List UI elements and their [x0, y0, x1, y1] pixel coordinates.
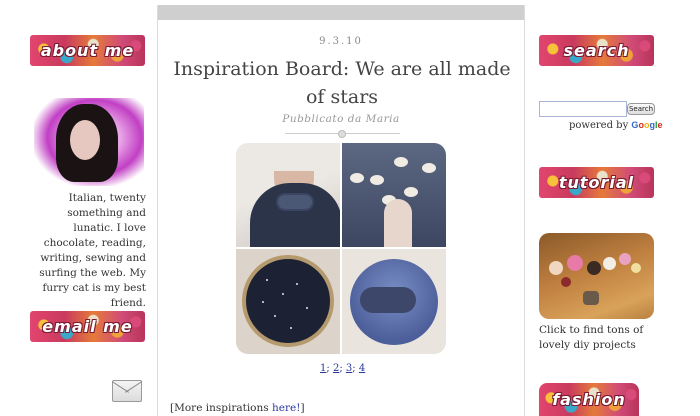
search-banner-label: search [563, 41, 630, 60]
tutorial-banner-label: tutorial [558, 173, 635, 192]
post-author: Pubblicato da Maria [282, 113, 400, 125]
image-pager: 1; 2; 3; 4 [320, 363, 366, 374]
pager-link-1[interactable]: 1 [320, 363, 326, 374]
post-title[interactable]: Inspiration Board: We are all made of st… [168, 55, 516, 111]
post-date: 9.3.10 [319, 36, 363, 47]
pager-link-4[interactable]: 4 [359, 363, 365, 374]
email-me-banner[interactable]: email me [30, 311, 145, 342]
search-input[interactable] [539, 101, 627, 117]
pager-link-3[interactable]: 3 [346, 363, 352, 374]
more-inspirations-link[interactable]: here! [272, 402, 300, 414]
tutorial-banner[interactable]: tutorial [539, 167, 654, 198]
inspiration-collage[interactable] [236, 143, 446, 354]
fashion-banner-label: fashion [552, 390, 626, 409]
email-me-banner-label: email me [42, 317, 133, 336]
more-suffix: ] [300, 402, 305, 414]
fashion-banner[interactable]: fashion [539, 383, 639, 416]
diy-projects-photo[interactable] [539, 233, 654, 319]
avatar [34, 98, 144, 186]
collage-clouds-photo [342, 143, 446, 247]
collage-necklace-photo [236, 143, 340, 247]
bio-text: Italian, twenty something and lunatic. I… [39, 192, 146, 309]
powered-by-google: powered by Google [569, 120, 662, 131]
collage-constellation-hoop-photo [236, 249, 340, 354]
pager-link-2[interactable]: 2 [333, 363, 339, 374]
diy-caption[interactable]: Click to find tons of lovely diy project… [539, 323, 664, 353]
envelope-icon[interactable] [112, 380, 142, 402]
post-top-bar [158, 5, 524, 20]
about-me-banner[interactable]: about me [30, 35, 145, 66]
search-banner: search [539, 35, 654, 66]
more-prefix: [More inspirations [170, 402, 272, 414]
powered-by-label: powered by [569, 120, 629, 131]
about-me-banner-label: about me [40, 41, 135, 60]
more-inspirations: [More inspirations here!] [170, 402, 305, 414]
collage-plate-photo [342, 249, 446, 354]
search-button[interactable]: Search [627, 103, 655, 115]
post-divider-dot [338, 130, 346, 138]
google-logo: Google [631, 120, 663, 130]
